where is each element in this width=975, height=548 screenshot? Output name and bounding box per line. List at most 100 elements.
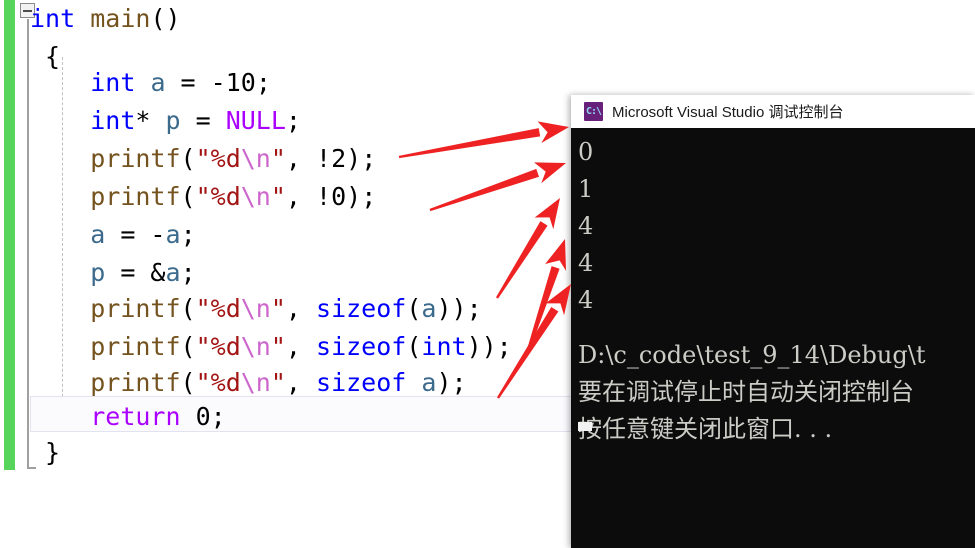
code-token: ( [180,332,196,361]
code-token: ; [285,106,301,135]
line-int-a[interactable]: int a = -10; [30,64,271,102]
code-token: " [270,332,286,361]
code-token: int [90,106,136,135]
code-token: !2 [316,144,347,173]
code-token: ( [180,294,196,323]
code-token: sizeof [316,368,407,397]
code-token: , [285,294,317,323]
code-token: )); [466,332,512,361]
code-token: NULL [225,106,286,135]
line-int-main[interactable]: int main() [30,0,181,38]
code-token: \n [240,294,271,323]
code-token: printf [90,144,181,173]
line-printf-not0[interactable]: printf("%d\n", !0); [30,178,376,216]
code-token: } [30,438,61,467]
code-token: ); [346,182,377,211]
code-token: !0 [316,182,347,211]
line-p-addr-a[interactable]: p = &a; [30,254,196,292]
code-token: ( [406,294,422,323]
line-printf-sizeof-a[interactable]: printf("%d\n", sizeof(a)); [30,290,482,328]
line-printf-sizeof-sp[interactable]: printf("%d\n", sizeof a); [30,364,467,402]
code-token: sizeof [316,332,407,361]
code-token: , [285,182,317,211]
code-token: = [180,106,226,135]
code-token: "%d [195,332,241,361]
debug-console-window[interactable]: C:\ Microsoft Visual Studio 调试控制台 0 1 4 4 4 … [571,95,975,548]
code-token: ( [180,368,196,397]
code-token: a [421,368,437,397]
code-token: a [150,68,166,97]
code-token: ; [210,402,226,431]
code-token: = [165,68,211,97]
code-token: ; [180,220,196,249]
console-text-cursor [578,422,592,431]
code-token: "%d [195,368,241,397]
console-output-line: 4 [578,286,594,314]
code-token: ( [180,182,196,211]
line-int-p[interactable]: int* p = NULL; [30,102,301,140]
code-token: = - [105,220,166,249]
code-token: " [270,368,286,397]
code-token: " [270,182,286,211]
code-token: sizeof [316,294,407,323]
code-token: \n [240,332,271,361]
command-prompt-icon: C:\ [584,102,603,121]
code-token: main [90,4,151,33]
console-output-line: 1 [578,175,594,203]
code-token: = & [105,258,166,287]
code-token: printf [90,332,181,361]
code-token: ; [255,68,271,97]
console-output-line: 4 [578,249,594,277]
code-token: ); [346,144,377,173]
line-printf-sizeof-int[interactable]: printf("%d\n", sizeof(int)); [30,328,512,366]
code-token: * [135,106,166,135]
code-token: "%d [195,182,241,211]
code-token: " [270,294,286,323]
code-token: \n [240,182,271,211]
code-token: ( [180,144,196,173]
code-token: , [285,332,317,361]
code-token: ; [180,258,196,287]
code-token: p [90,258,106,287]
code-token: int [421,332,467,361]
console-title-bar[interactable]: C:\ Microsoft Visual Studio 调试控制台 [571,95,975,128]
console-output-area[interactable]: 0 1 4 4 4 D:\c_code\test_9_14\Debug\t 要在调试停止时… [571,128,975,548]
code-token: int [90,68,136,97]
code-token: () [150,4,181,33]
code-token: , [285,144,317,173]
code-token: , [285,368,317,397]
line-printf-not2[interactable]: printf("%d\n", !2); [30,140,376,178]
code-token: printf [90,294,181,323]
code-token: printf [90,182,181,211]
console-window-title: Microsoft Visual Studio 调试控制台 [612,104,844,121]
code-token: a [165,258,181,287]
outlining-bracket-line [27,19,29,469]
code-token: a [421,294,437,323]
console-exit-messages: D:\c_code\test_9_14\Debug\t 要在调试停止时自动关闭控制… [578,337,975,448]
code-token: a [90,220,106,249]
change-tracking-bar [4,0,15,470]
code-token: \n [240,368,271,397]
line-close-brace[interactable]: } [30,434,60,472]
console-message-line: 按任意键关闭此窗口. . . [578,415,833,443]
line-a-neg-a[interactable]: a = -a; [30,216,196,254]
console-output-line: 4 [578,212,594,240]
line-return-0[interactable]: return 0; [30,398,226,436]
code-token: printf [90,368,181,397]
code-token: )); [436,294,482,323]
console-output-line: 0 [578,138,594,166]
code-token: ); [436,368,467,397]
screenshot-root: int main() { int a = -10; int* p = NULL;… [0,0,975,548]
code-token: return [90,402,181,431]
